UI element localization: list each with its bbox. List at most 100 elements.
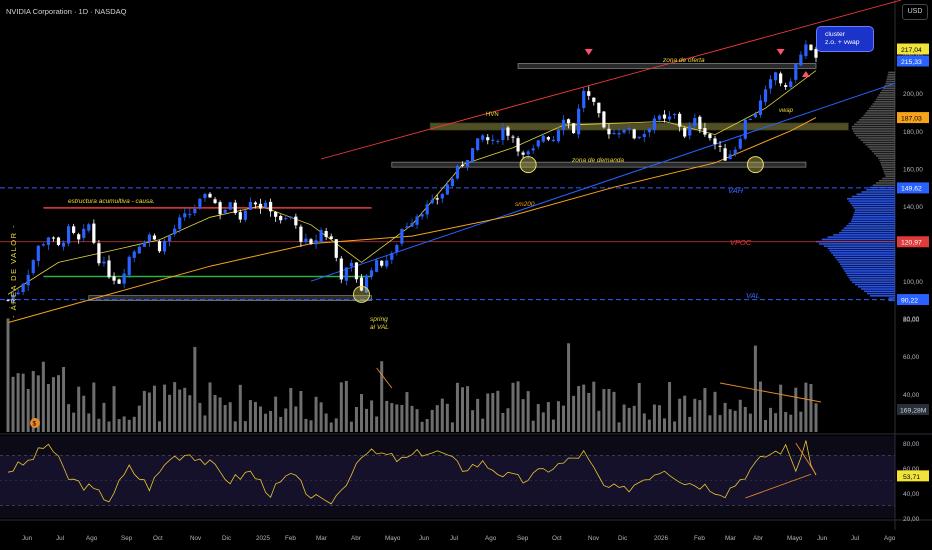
volume-bar: [551, 419, 555, 432]
chart-svg[interactable]: zona de oferta zona de demanda HVN vwap estr…: [0, 0, 932, 550]
volume-bar: [117, 419, 121, 432]
time-axis-label: Abr: [753, 535, 763, 542]
volume-bar: [390, 403, 394, 432]
volume-profile-bar: [861, 288, 895, 290]
volume-bar: [799, 411, 803, 432]
volume-profile-bar: [848, 222, 895, 225]
volume-bar: [324, 413, 328, 432]
volume-bar: [344, 380, 348, 432]
volume-bar: [698, 400, 702, 432]
price-badge-label: 215,33: [901, 59, 922, 66]
candle-body: [415, 216, 419, 225]
candle-body: [779, 73, 783, 84]
volume-bar: [395, 404, 399, 432]
volume-profile-bar: [834, 256, 895, 259]
volume-bar: [708, 415, 712, 432]
volume-bar: [168, 394, 172, 432]
volume-profile-bar: [833, 254, 895, 256]
candle-body: [491, 139, 495, 141]
candle-body: [178, 217, 182, 229]
volume-profile-bar: [850, 202, 895, 205]
volume-arrow: [376, 367, 393, 389]
volume-profile-bar: [882, 177, 895, 180]
candle-body: [26, 274, 30, 286]
volume-bar: [642, 413, 646, 432]
candle-body: [380, 260, 384, 266]
candle-body: [430, 199, 434, 204]
candle-body: [61, 242, 66, 247]
candle-body: [667, 116, 672, 120]
volume-profile-bar: [839, 263, 895, 266]
volume-profile-bar: [867, 109, 895, 112]
volume-profile-bar: [853, 130, 895, 132]
volume-bar: [713, 391, 717, 432]
volume-profile-bar: [886, 80, 895, 83]
candle-body: [21, 283, 25, 292]
volume-bar: [152, 385, 156, 432]
volume-bar: [753, 345, 757, 432]
chart-root: zona de oferta zona de demanda HVN vwap estr…: [0, 0, 932, 550]
candle-body: [122, 273, 126, 284]
candle-body: [627, 127, 631, 130]
volume-bar: [122, 416, 126, 432]
spring-marker: [746, 156, 764, 174]
volume-bar: [748, 413, 752, 432]
candle-body: [688, 126, 692, 136]
time-axis-label: 2026: [654, 535, 669, 542]
volume-bar: [253, 401, 257, 432]
volume-profile-bar: [881, 164, 895, 166]
volume-profile-bar: [887, 76, 895, 78]
volume-profile-bar: [873, 152, 895, 155]
volume-profile-bar: [885, 175, 895, 178]
currency-button[interactable]: USD: [902, 4, 928, 20]
candle-body: [718, 145, 722, 147]
volume-bar: [769, 407, 773, 432]
volume-bar: [97, 418, 101, 432]
candle-body: [743, 119, 747, 139]
volume-bar: [622, 404, 626, 432]
candle-body: [56, 237, 61, 245]
volume-profile-bar: [866, 188, 895, 191]
symbol-title[interactable]: NVIDIA Corporation · 1D · NASDAQ: [6, 7, 126, 16]
volume-profile-bar: [872, 103, 895, 105]
volume-profile-bar: [864, 290, 895, 293]
time-axis-label: Ago: [884, 535, 896, 542]
candle-body: [203, 193, 207, 199]
candle-body: [768, 79, 773, 89]
volume-bar: [587, 393, 591, 432]
rsi-badge-label: 53,71: [903, 474, 920, 481]
candle-body: [763, 89, 768, 102]
volume-bar: [657, 405, 661, 432]
volume-bar: [11, 376, 15, 432]
candle-body: [263, 202, 268, 208]
candle-body: [481, 135, 485, 140]
volume-profile-bar: [851, 128, 895, 130]
volume-bar: [57, 375, 60, 432]
volume-bar: [567, 343, 571, 432]
area-valor-label: - ÁREA DE VALOR -: [9, 224, 18, 318]
volume-bar: [127, 419, 131, 432]
candle-body: [248, 201, 252, 210]
candle-body: [662, 114, 667, 119]
time-axis-label: Abr: [351, 535, 361, 542]
volume-bar: [738, 399, 742, 432]
volume-profile-bar: [865, 143, 895, 146]
volume-bar: [334, 418, 338, 432]
candle-body: [592, 97, 596, 102]
volume-bar: [72, 412, 76, 432]
volume-bar: [541, 412, 545, 432]
volume-bar: [228, 402, 232, 432]
candle-body: [551, 139, 555, 142]
candle-body: [168, 235, 172, 242]
sm200-label: sm200: [515, 201, 535, 208]
volume-bar: [233, 421, 237, 432]
volume-bar: [163, 384, 167, 432]
volume-bar: [617, 422, 621, 432]
candle-body: [673, 114, 677, 116]
candle-body: [460, 164, 465, 166]
candle-body: [703, 128, 707, 135]
volume-bar: [319, 402, 323, 432]
volume-profile-bar: [861, 191, 895, 193]
candle-body: [223, 209, 227, 213]
candle-body: [607, 128, 611, 135]
